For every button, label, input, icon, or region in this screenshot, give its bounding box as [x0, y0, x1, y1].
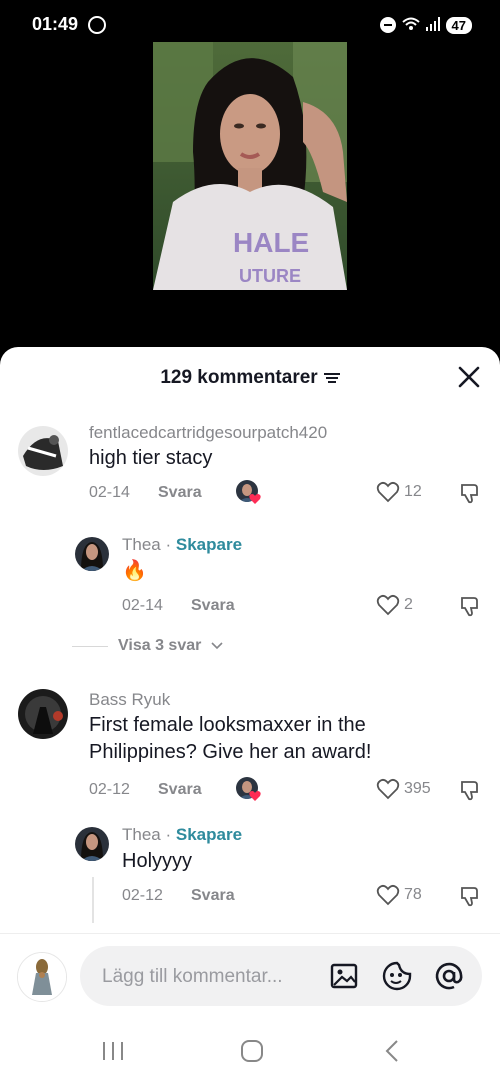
wifi-icon: [401, 17, 420, 33]
comment-text-line-2: Philippines? Give her an award!: [89, 741, 372, 763]
comment-username[interactable]: Bass Ryuk: [89, 690, 170, 710]
comment-text: high tier stacy: [89, 447, 213, 469]
comment-username[interactable]: Thea · Skapare: [122, 535, 242, 555]
reply-button[interactable]: Svara: [191, 597, 235, 615]
like-count: 12: [404, 483, 422, 500]
comment-username[interactable]: fentlacedcartridgesourpatch420: [89, 423, 327, 443]
like-count: 78: [404, 886, 422, 903]
dislike-icon[interactable]: [458, 594, 482, 618]
status-time: 01:49: [32, 14, 79, 34]
heart-icon: [376, 594, 400, 616]
comment-text: Holyyyy: [122, 850, 193, 872]
chevron-down-icon: [211, 642, 223, 650]
like-button[interactable]: 78: [376, 884, 422, 906]
divider: [72, 645, 108, 647]
close-icon[interactable]: [456, 364, 482, 390]
navigation-bar: [0, 1010, 500, 1084]
dislike-icon[interactable]: [458, 778, 482, 802]
like-button[interactable]: 2: [376, 594, 413, 616]
mention-icon[interactable]: [433, 960, 465, 992]
status-icons: 47: [379, 15, 472, 35]
comments-sheet: 129 kommentarer fentlacedcartridgesourpa…: [0, 347, 500, 1084]
reply-button[interactable]: Svara: [191, 887, 235, 905]
heart-badge-icon: [249, 492, 261, 504]
recent-apps-icon[interactable]: [100, 1038, 126, 1064]
sticker-icon[interactable]: [381, 960, 413, 992]
do-not-disturb-icon: [379, 17, 396, 33]
heart-icon: [376, 778, 400, 800]
video-thumbnail[interactable]: HALE UTURE: [153, 42, 347, 290]
battery-indicator: 47: [445, 16, 472, 34]
creator-badge: Skapare: [175, 535, 243, 554]
home-icon[interactable]: [239, 1038, 265, 1064]
comment-text: 🔥: [122, 560, 147, 582]
creator-name[interactable]: Thea: [122, 825, 161, 844]
creator-badge: Skapare: [175, 825, 243, 844]
avatar[interactable]: [18, 426, 68, 476]
signal-icon: [425, 17, 440, 33]
comment-date: 02-14: [89, 484, 130, 501]
separator: ·: [165, 825, 172, 844]
dislike-icon[interactable]: [458, 481, 482, 505]
avatar[interactable]: [18, 689, 68, 739]
heart-badge-icon: [249, 789, 261, 801]
view-replies-button[interactable]: Visa 3 svar: [72, 637, 223, 655]
avatar[interactable]: [75, 537, 109, 571]
user-avatar[interactable]: [17, 952, 67, 1002]
comment-text-line-1: First female looksmaxxer in the: [89, 714, 366, 736]
spotify-icon: [88, 16, 106, 34]
reply-button[interactable]: Svara: [158, 781, 202, 799]
reply-button[interactable]: Svara: [158, 484, 202, 502]
like-button[interactable]: 395: [376, 778, 431, 800]
comment-input-bar: [0, 933, 500, 1014]
comment-input[interactable]: [100, 962, 324, 992]
filter-icon[interactable]: [323, 371, 340, 385]
dislike-icon[interactable]: [458, 884, 482, 908]
comment-count: 129 kommentarer: [160, 367, 318, 388]
sheet-header: 129 kommentarer: [0, 347, 500, 407]
heart-icon: [376, 481, 400, 503]
comment-date: 02-12: [89, 781, 130, 798]
svg-text:UTURE: UTURE: [239, 266, 301, 286]
image-icon[interactable]: [328, 960, 360, 992]
comment-date: 02-12: [122, 887, 163, 904]
comment-input-pill: [80, 946, 482, 1006]
separator: ·: [165, 535, 172, 554]
avatar[interactable]: [75, 827, 109, 861]
heart-icon: [376, 884, 400, 906]
comment-date: 02-14: [122, 597, 163, 614]
comment-username[interactable]: Thea · Skapare: [122, 825, 242, 845]
creator-name[interactable]: Thea: [122, 535, 161, 554]
back-icon[interactable]: [380, 1038, 406, 1064]
comment-count-row[interactable]: 129 kommentarer: [0, 367, 500, 389]
video-image: HALE UTURE: [153, 42, 347, 290]
like-count: 2: [404, 596, 413, 613]
svg-text:HALE: HALE: [233, 227, 309, 258]
like-button[interactable]: 12: [376, 481, 422, 503]
like-count: 395: [404, 780, 431, 797]
view-replies-label: Visa 3 svar: [118, 637, 202, 654]
thread-line: [92, 877, 94, 923]
